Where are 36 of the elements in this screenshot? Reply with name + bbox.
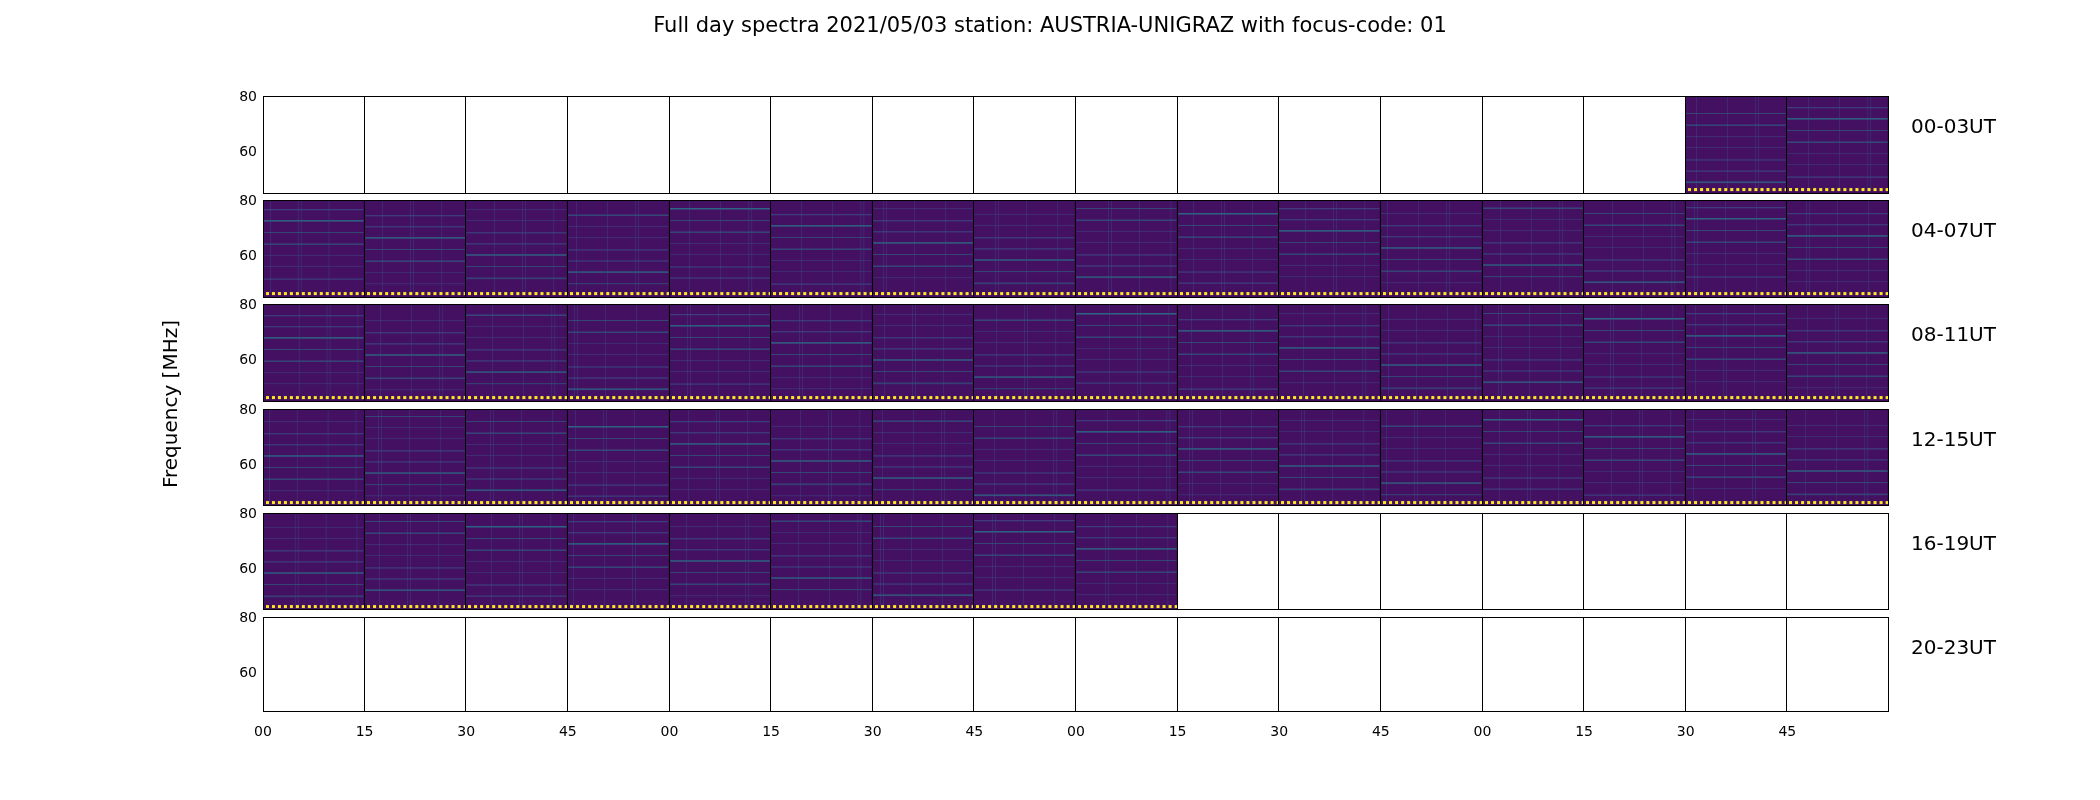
tick-label: 80 <box>239 608 257 625</box>
tick-label: 60 <box>239 143 257 159</box>
row-label: 16-19UT <box>1911 530 1996 555</box>
tick-label: 60 <box>239 247 257 264</box>
y-axis-label: Frequency [MHz] <box>158 319 182 488</box>
tick-label: 80 <box>239 296 257 313</box>
tick-label: 00 <box>660 723 679 740</box>
tick-label: 60 <box>239 559 257 576</box>
tick-label: 30 <box>1270 723 1289 740</box>
tick-label: 45 <box>1371 723 1390 740</box>
tick-label: 15 <box>1168 723 1187 740</box>
tick-label: 30 <box>1676 723 1695 740</box>
tick-label: 60 <box>239 663 257 680</box>
tick-label: 45 <box>965 723 984 740</box>
tick-label: 00 <box>1067 723 1085 740</box>
tick-label: 00 <box>254 723 272 740</box>
tick-label: 15 <box>355 723 374 740</box>
tick-label: 45 <box>1778 723 1797 740</box>
row-label: 00-03UT <box>1911 114 1996 138</box>
row-label: 08-11UT <box>1911 322 1996 347</box>
tick-label: 80 <box>239 504 257 521</box>
tick-label: 80 <box>239 400 257 417</box>
figure-title: Full day spectra 2021/05/03 station: AUSTRIA-UNIGRAZ with focus-code: 01 <box>652 12 1448 38</box>
tick-label: 15 <box>1575 723 1594 740</box>
row-label: 12-15UT <box>1911 426 1996 451</box>
row-label: 04-07UT <box>1911 218 1996 243</box>
row-label: 20-23UT <box>1911 634 1996 659</box>
tick-label: 30 <box>457 723 476 740</box>
tick-label: 80 <box>239 192 257 209</box>
tick-label: 60 <box>239 351 257 368</box>
tick-label: 45 <box>558 723 577 740</box>
tick-label: 00 <box>1473 723 1492 740</box>
tick-label: 15 <box>762 723 781 740</box>
tick-label: 60 <box>239 455 257 472</box>
tick-label: 80 <box>239 88 257 104</box>
tick-label: 30 <box>863 723 882 740</box>
